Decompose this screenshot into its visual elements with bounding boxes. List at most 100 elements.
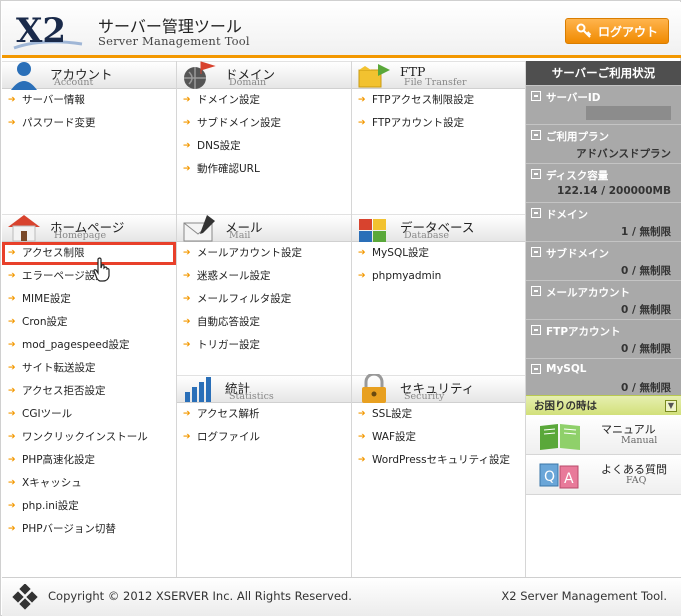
section-subtitle: Database (404, 230, 450, 241)
section-header-domain: ドメイン Domain (177, 61, 351, 89)
menu-item-test-url[interactable]: 動作確認URL (177, 158, 351, 181)
arrow-box-icon (531, 130, 541, 140)
menu-item-server-info[interactable]: サーバー情報 (2, 89, 176, 112)
section-homepage: ホームページ Homepage アクセス制限 エラーページ設定 MIME設定 C… (2, 214, 176, 541)
stat-mysql: MySQL 0 / 無制限 (526, 358, 681, 397)
menu-item-ftp-access-restriction[interactable]: FTPアクセス制限設定 (352, 89, 525, 112)
menu-item-access-analysis[interactable]: アクセス解析 (177, 403, 351, 426)
arrow-box-icon (531, 286, 541, 296)
stat-subdomain: サブドメイン 0 / 無制限 (526, 241, 681, 280)
server-status-sidebar: サーバーご利用状況 サーバーID ご利用プラン アドバンスドプラン ディスク容量… (526, 61, 681, 577)
logout-label: ログアウト (597, 24, 658, 39)
section-subtitle: Domain (229, 77, 267, 88)
stat-mail-account: メールアカウント 0 / 無制限 (526, 280, 681, 319)
menu-item-mail-filter[interactable]: メールフィルタ設定 (177, 288, 351, 311)
stat-label: ドメイン (546, 209, 588, 221)
arrow-box-icon (531, 325, 541, 335)
menu-item-one-click-install[interactable]: ワンクリックインストール (2, 426, 176, 449)
menu-list: メールアカウント設定 迷惑メール設定 メールフィルタ設定 自動応答設定 トリガー… (177, 242, 351, 357)
redacted-value (586, 106, 671, 120)
database-icon (359, 219, 386, 242)
menu-item-log-file[interactable]: ログファイル (177, 426, 351, 449)
menu-item-mysql-settings[interactable]: MySQL設定 (352, 242, 525, 265)
arrow-box-icon (531, 247, 541, 257)
stat-value: 0 / 無制限 (621, 265, 671, 277)
qa-icon: Q A (539, 463, 579, 489)
app-window: X2 サーバー管理ツール Server Management Tool ログアウ… (0, 0, 681, 616)
menu-item-subdomain-settings[interactable]: サブドメイン設定 (177, 112, 351, 135)
stat-ftp-account: FTPアカウント 0 / 無制限 (526, 319, 681, 358)
section-subtitle: Account (54, 77, 94, 88)
menu-item-auto-reply[interactable]: 自動応答設定 (177, 311, 351, 334)
stat-value: アドバンスドプラン (576, 148, 671, 160)
menu-item-x-cache[interactable]: Xキャッシュ (2, 472, 176, 495)
svg-text:Q: Q (544, 469, 555, 485)
stat-label: サブドメイン (546, 248, 609, 260)
help-header: お困りの時は ▼ (526, 395, 681, 415)
user-icon (11, 62, 37, 90)
help-item-sub: FAQ (626, 475, 647, 486)
menu-item-cgi-tools[interactable]: CGIツール (2, 403, 176, 426)
menu-item-site-redirect[interactable]: サイト転送設定 (2, 357, 176, 380)
logout-button[interactable]: ログアウト (565, 18, 669, 44)
section-mail: メール Mail メールアカウント設定 迷惑メール設定 メールフィルタ設定 自動… (177, 214, 351, 357)
section-subtitle: Mail (229, 230, 251, 241)
menu-list: ドメイン設定 サブドメイン設定 DNS設定 動作確認URL (177, 89, 351, 181)
menu-item-php-version[interactable]: PHPバージョン切替 (2, 518, 176, 541)
menu-item-dns-settings[interactable]: DNS設定 (177, 135, 351, 158)
stat-label: FTPアカウント (546, 326, 621, 338)
section-header-mail: メール Mail (177, 214, 351, 242)
menu-item-mod-pagespeed[interactable]: mod_pagespeed設定 (2, 334, 176, 357)
menu-item-mail-account[interactable]: メールアカウント設定 (177, 242, 351, 265)
envelope-icon (183, 215, 215, 242)
section-subtitle: Homepage (54, 230, 107, 241)
folder-transfer-icon (358, 64, 390, 88)
menu-list: MySQL設定 phpmyadmin (352, 242, 525, 288)
stat-value: 1 / 無制限 (621, 226, 671, 238)
menu-list: サーバー情報 パスワード変更 (2, 89, 176, 135)
stat-disk: ディスク容量 122.14 / 200000MB (526, 163, 681, 202)
section-statistics: 統計 Statistics アクセス解析 ログファイル (177, 375, 351, 449)
help-title: お困りの時は (534, 400, 597, 412)
menu-item-password-change[interactable]: パスワード変更 (2, 112, 176, 135)
section-security: セキュリティ Security SSL設定 WAF設定 WordPressセキュ… (352, 374, 525, 472)
menu-item-spam-settings[interactable]: 迷惑メール設定 (177, 265, 351, 288)
site-subtitle: Server Management Tool (98, 34, 250, 48)
faq-link[interactable]: Q A よくある質問 FAQ (526, 455, 681, 495)
menu-item-cron[interactable]: Cron設定 (2, 311, 176, 334)
menu-list: FTPアクセス制限設定 FTPアカウント設定 (352, 89, 525, 135)
section-header-homepage: ホームページ Homepage (2, 214, 176, 242)
home-icon (8, 215, 40, 242)
section-domain: ドメイン Domain ドメイン設定 サブドメイン設定 DNS設定 動作確認UR… (177, 61, 351, 181)
menu-item-php-ini[interactable]: php.ini設定 (2, 495, 176, 518)
column-3: FTP File Transfer FTPアクセス制限設定 FTPアカウント設定… (352, 61, 526, 577)
svg-text:X2: X2 (16, 11, 66, 51)
section-account: アカウント Account サーバー情報 パスワード変更 (2, 61, 176, 135)
stat-domain: ドメイン 1 / 無制限 (526, 202, 681, 241)
menu-item-waf-settings[interactable]: WAF設定 (352, 426, 525, 449)
menu-item-error-page[interactable]: エラーページ設定 (2, 265, 176, 288)
lock-icon (362, 374, 386, 403)
section-header-database: データベース Database (352, 214, 525, 242)
menu-item-mime[interactable]: MIME設定 (2, 288, 176, 311)
menu-item-access-deny[interactable]: アクセス拒否設定 (2, 380, 176, 403)
collapse-arrow-icon[interactable]: ▼ (665, 400, 677, 412)
menu-item-ftp-account[interactable]: FTPアカウント設定 (352, 112, 525, 135)
arrow-box-icon (531, 364, 541, 374)
x2-logo: X2 (13, 11, 83, 51)
menu-item-wordpress-security[interactable]: WordPressセキュリティ設定 (352, 449, 525, 472)
menu-item-trigger-settings[interactable]: トリガー設定 (177, 334, 351, 357)
usage-stats: サーバーID ご利用プラン アドバンスドプラン ディスク容量 122.14 / … (526, 85, 681, 395)
manual-link[interactable]: マニュアル Manual (526, 415, 681, 455)
copyright-text: Copyright © 2012 XSERVER Inc. All Rights… (48, 589, 352, 603)
arrow-box-icon (531, 208, 541, 218)
stat-server-id: サーバーID (526, 85, 681, 124)
help-item-sub: Manual (621, 435, 658, 446)
menu-item-php-acceleration[interactable]: PHP高速化設定 (2, 449, 176, 472)
menu-item-access-restriction[interactable]: アクセス制限 (2, 242, 176, 265)
menu-item-phpmyadmin[interactable]: phpmyadmin (352, 265, 525, 288)
column-2: ドメイン Domain ドメイン設定 サブドメイン設定 DNS設定 動作確認UR… (177, 61, 352, 577)
menu-item-domain-settings[interactable]: ドメイン設定 (177, 89, 351, 112)
menu-item-ssl-settings[interactable]: SSL設定 (352, 403, 525, 426)
key-icon (576, 23, 592, 38)
